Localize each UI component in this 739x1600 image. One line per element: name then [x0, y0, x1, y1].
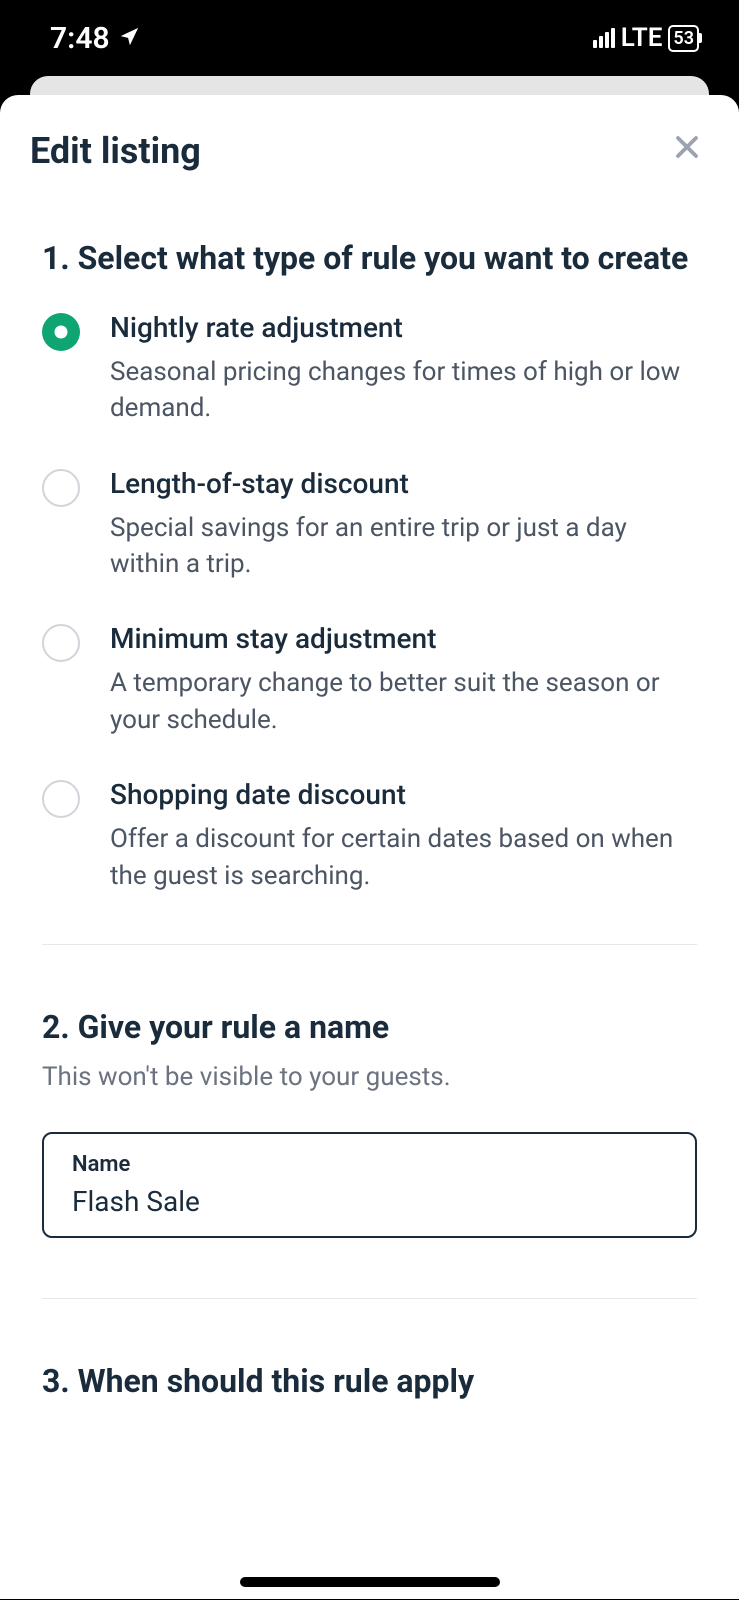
input-label: Name [72, 1152, 667, 1177]
page-title: Edit listing [30, 130, 201, 172]
home-indicator[interactable] [240, 1577, 500, 1587]
status-bar: 7:48 LTE 53 [0, 0, 739, 76]
close-button[interactable] [665, 125, 709, 176]
status-left: 7:48 [50, 21, 140, 56]
status-right: LTE 53 [593, 23, 699, 53]
radio-option-shopping-date[interactable]: Shopping date discount Offer a discount … [42, 778, 697, 894]
radio-button[interactable] [42, 624, 80, 662]
radio-option-nightly-rate[interactable]: Nightly rate adjustment Seasonal pricing… [42, 311, 697, 427]
radio-label: Nightly rate adjustment [110, 311, 697, 344]
section-1-title: 1. Select what type of rule you want to … [42, 236, 697, 281]
rule-type-radio-group: Nightly rate adjustment Seasonal pricing… [42, 311, 697, 894]
status-time: 7:48 [50, 21, 110, 56]
radio-content: Minimum stay adjustment A temporary chan… [110, 622, 697, 738]
radio-content: Nightly rate adjustment Seasonal pricing… [110, 311, 697, 427]
divider [42, 1298, 697, 1299]
divider [42, 944, 697, 945]
section-3-title: 3. When should this rule apply [42, 1359, 697, 1404]
sheet-header: Edit listing [30, 125, 709, 176]
radio-description: Seasonal pricing changes for times of hi… [110, 354, 697, 427]
radio-description: A temporary change to better suit the se… [110, 665, 697, 738]
radio-description: Offer a discount for certain dates based… [110, 821, 697, 894]
rule-name-field[interactable] [72, 1185, 667, 1218]
location-icon [118, 21, 140, 56]
radio-button[interactable] [42, 469, 80, 507]
radio-content: Shopping date discount Offer a discount … [110, 778, 697, 894]
radio-button[interactable] [42, 313, 80, 351]
section-2-title: 2. Give your rule a name [42, 1005, 697, 1050]
radio-button[interactable] [42, 780, 80, 818]
radio-option-minimum-stay[interactable]: Minimum stay adjustment A temporary chan… [42, 622, 697, 738]
rule-name-input-group[interactable]: Name [42, 1132, 697, 1238]
radio-label: Length-of-stay discount [110, 467, 697, 500]
section-2-subtitle: This won't be visible to your guests. [42, 1062, 697, 1092]
radio-label: Shopping date discount [110, 778, 697, 811]
content: 1. Select what type of rule you want to … [30, 236, 709, 1404]
sheet: Edit listing 1. Select what type of rule… [0, 95, 739, 1599]
radio-content: Length-of-stay discount Special savings … [110, 467, 697, 583]
battery-level: 53 [673, 28, 694, 49]
signal-icon [593, 28, 615, 48]
radio-option-length-of-stay[interactable]: Length-of-stay discount Special savings … [42, 467, 697, 583]
network-label: LTE [621, 23, 663, 53]
radio-label: Minimum stay adjustment [110, 622, 697, 655]
sheet-backdrop [30, 76, 709, 96]
battery-icon: 53 [668, 25, 699, 52]
radio-description: Special savings for an entire trip or ju… [110, 510, 697, 583]
